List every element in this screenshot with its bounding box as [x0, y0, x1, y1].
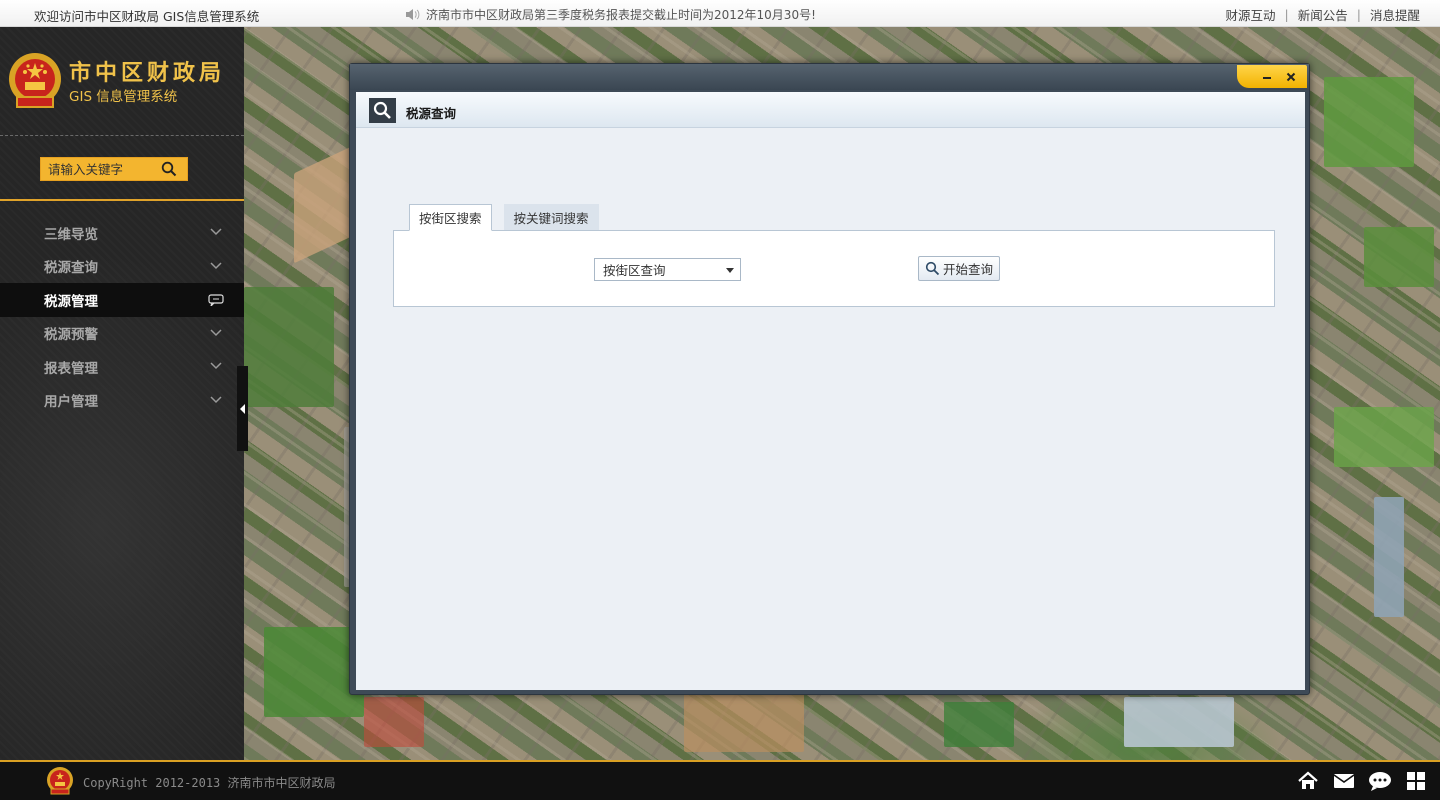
notice-marquee: 济南市市中区财政局第三季度税务报表提交截止时间为2012年10月30号!	[405, 6, 816, 23]
tax-query-window: 税源查询 按街区搜索 按关键词搜索 按街区查询 开始查询	[349, 63, 1310, 695]
tab-search-by-block[interactable]: 按街区搜索	[409, 204, 492, 231]
search-icon	[925, 261, 940, 276]
sidebar-item-label: 税源查询	[44, 260, 98, 277]
close-icon	[1286, 72, 1296, 81]
link-separator: |	[1284, 7, 1289, 22]
window-controls	[1237, 65, 1307, 88]
search-tabs: 按街区搜索 按关键词搜索	[409, 204, 599, 231]
footer-icons	[1296, 769, 1428, 793]
minimize-button[interactable]	[1261, 71, 1273, 83]
sidebar-collapse-handle[interactable]	[237, 366, 248, 451]
grid-icon[interactable]	[1404, 769, 1428, 793]
sidebar-item-tax-warning[interactable]: 税源预警	[0, 317, 244, 351]
chevron-down-icon	[210, 261, 222, 269]
sidebar: 市中区财政局 GIS 信息管理系统 三维导览 税源查询 税源管理 税源预警 报表…	[0, 27, 244, 760]
sidebar-item-label: 三维导览	[44, 226, 98, 243]
link-finance-interaction[interactable]: 财源互动	[1226, 5, 1276, 24]
start-query-label: 开始查询	[942, 262, 993, 277]
chevron-down-icon	[210, 395, 222, 403]
sidebar-item-label: 税源预警	[44, 327, 98, 344]
sidebar-menu: 三维导览 税源查询 税源管理 税源预警 报表管理 用户管理	[0, 216, 244, 417]
panel-title: 税源查询	[406, 106, 457, 121]
tab-search-by-keyword[interactable]: 按关键词搜索	[503, 204, 599, 231]
mail-icon[interactable]	[1332, 769, 1356, 793]
query-type-select[interactable]: 按街区查询	[594, 258, 741, 281]
close-button[interactable]	[1285, 71, 1297, 83]
link-separator: |	[1356, 7, 1361, 22]
panel-header: 税源查询	[356, 92, 1305, 128]
logo: 市中区财政局 GIS 信息管理系统	[7, 51, 237, 115]
logo-title: 市中区财政局	[69, 60, 226, 86]
sidebar-search	[40, 157, 188, 181]
welcome-text: 欢迎访问市中区财政局 GIS信息管理系统	[34, 9, 260, 24]
sidebar-item-report-management[interactable]: 报表管理	[0, 350, 244, 384]
national-emblem-icon	[9, 53, 61, 108]
chat-bubble-icon	[208, 294, 224, 306]
start-query-button[interactable]: 开始查询	[918, 256, 1000, 281]
home-icon[interactable]	[1296, 769, 1320, 793]
divider	[0, 135, 244, 136]
chat-icon[interactable]	[1368, 769, 1392, 793]
speaker-icon	[406, 9, 420, 20]
sidebar-item-label: 用户管理	[44, 394, 98, 411]
top-bar: 欢迎访问市中区财政局 GIS信息管理系统 济南市市中区财政局第三季度税务报表提交…	[0, 0, 1440, 27]
logo-subtitle: GIS 信息管理系统	[69, 89, 178, 105]
search-icon	[369, 98, 396, 123]
window-titlebar[interactable]	[350, 64, 1309, 90]
sidebar-item-3d-tour[interactable]: 三维导览	[0, 216, 244, 250]
top-links: 财源互动 | 新闻公告 | 消息提醒	[1226, 5, 1420, 24]
copyright-text: CopyRight 2012-2013 济南市市中区财政局	[83, 776, 336, 790]
chevron-down-icon	[210, 228, 222, 236]
chevron-down-icon	[210, 362, 222, 370]
divider	[0, 199, 244, 201]
sidebar-item-tax-management[interactable]: 税源管理	[0, 283, 244, 317]
select-value: 按街区查询	[603, 263, 666, 278]
minimize-icon	[1263, 76, 1271, 79]
sidebar-item-label: 报表管理	[44, 360, 98, 377]
sidebar-item-user-management[interactable]: 用户管理	[0, 384, 244, 418]
sidebar-item-label: 税源管理	[44, 293, 98, 310]
dropdown-arrow-icon	[726, 268, 734, 273]
footer: CopyRight 2012-2013 济南市市中区财政局	[0, 760, 1440, 800]
national-emblem-icon	[47, 767, 73, 795]
link-messages[interactable]: 消息提醒	[1370, 5, 1420, 24]
notice-text: 济南市市中区财政局第三季度税务报表提交截止时间为2012年10月30号!	[426, 8, 816, 22]
tab-content: 按街区查询 开始查询	[393, 230, 1275, 307]
link-news[interactable]: 新闻公告	[1298, 5, 1348, 24]
search-input[interactable]	[41, 158, 157, 180]
sidebar-item-tax-query[interactable]: 税源查询	[0, 250, 244, 284]
chevron-left-icon	[239, 403, 245, 414]
window-panel: 税源查询 按街区搜索 按关键词搜索 按街区查询 开始查询	[356, 92, 1305, 690]
chevron-down-icon	[210, 328, 222, 336]
search-icon[interactable]	[157, 158, 181, 180]
